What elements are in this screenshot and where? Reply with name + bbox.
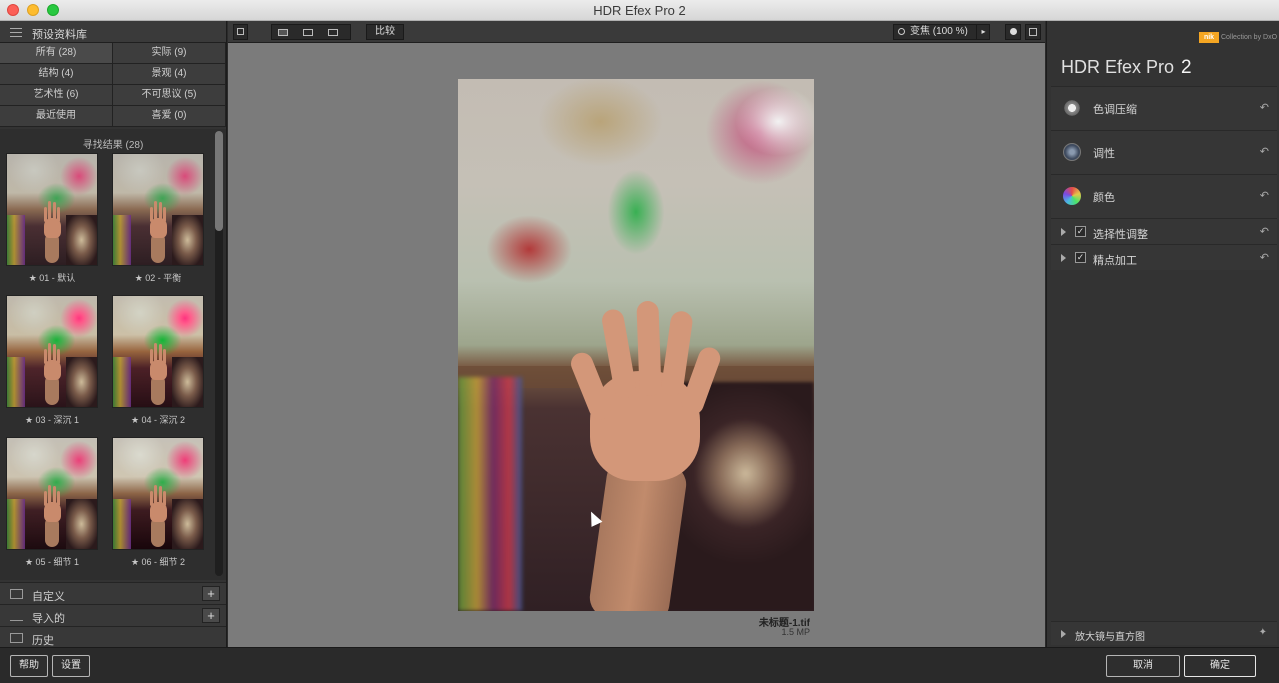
section-label: 历史 <box>32 635 54 647</box>
toggle-right-panel-button[interactable] <box>1025 24 1041 40</box>
background-toggle-button[interactable] <box>1005 24 1021 40</box>
preset-label[interactable]: ★ 01 - 默认 <box>6 271 98 284</box>
selective-adjustments-section[interactable]: ✓ 选择性调整 ↶ <box>1051 218 1277 244</box>
preview-image[interactable] <box>458 79 814 611</box>
undo-icon[interactable]: ↶ <box>1260 251 1269 264</box>
zoom-label: 变焦 (100 %) <box>910 26 968 37</box>
folder-icon <box>10 589 23 599</box>
color-section[interactable]: 颜色 ↶ <box>1051 174 1277 218</box>
filter-all[interactable]: 所有 (28) <box>0 43 113 64</box>
side-by-side-view-icon[interactable] <box>328 29 338 36</box>
preset-library-title: 预设资料库 <box>32 29 87 41</box>
tonality-section[interactable]: 调性 ↶ <box>1051 130 1277 174</box>
product-version: 2 <box>1181 57 1192 78</box>
image-size: 1.5 MP <box>781 627 810 637</box>
compare-button[interactable]: 比较 <box>366 24 404 40</box>
toggle-panel-button[interactable] <box>233 24 248 40</box>
zoom-arrow-icon[interactable]: ▸ <box>976 24 990 40</box>
split-view-icon[interactable] <box>303 29 313 36</box>
ok-button[interactable]: 确定 <box>1184 655 1256 677</box>
filter-recent[interactable]: 最近使用 <box>0 106 113 127</box>
selective-adjustments-checkbox[interactable]: ✓ <box>1075 226 1086 237</box>
filter-structure[interactable]: 结构 (4) <box>0 64 113 85</box>
undo-icon[interactable]: ↶ <box>1260 145 1269 158</box>
sun-icon <box>1063 99 1081 117</box>
section-label: 调性 <box>1093 148 1115 160</box>
section-label: 自定义 <box>32 591 65 603</box>
settings-button[interactable]: 设置 <box>52 655 90 677</box>
panel-icon <box>237 28 244 35</box>
undo-icon[interactable]: ↶ <box>1260 225 1269 238</box>
lightbulb-icon <box>1010 28 1017 35</box>
results-title: 寻找结果 (28) <box>82 140 144 151</box>
finishing-section[interactable]: ✓ 精点加工 ↶ <box>1051 244 1277 270</box>
magnifier-icon <box>898 28 905 35</box>
hand <box>567 300 728 611</box>
preset-results: 寻找结果 (28) ★ 01 - 默认 ★ 02 - 平衡 ★ 03 - 深沉 … <box>0 129 226 580</box>
section-label: 颜色 <box>1093 192 1115 204</box>
filter-realistic[interactable]: 实际 (9) <box>113 43 226 64</box>
panel-icon <box>1029 28 1037 36</box>
product-title: HDR Efex Pro 2 <box>1061 57 1192 79</box>
expand-arrow-icon[interactable] <box>1061 630 1066 638</box>
filter-surreal[interactable]: 不可思议 (5) <box>113 85 226 106</box>
preset-thumbnail[interactable] <box>112 295 204 408</box>
preset-label[interactable]: ★ 02 - 平衡 <box>112 271 204 284</box>
preset-filters: 所有 (28) 实际 (9) 结构 (4) 景观 (4) 艺术性 (6) 不可思… <box>0 43 226 127</box>
adjustments-panel: nik Collection by DxO HDR Efex Pro 2 色调压… <box>1046 21 1279 647</box>
section-label: 导入的 <box>32 613 65 625</box>
view-mode-group <box>271 24 351 40</box>
expand-arrow-icon[interactable] <box>1061 254 1066 262</box>
preset-thumbnail[interactable] <box>112 437 204 550</box>
preview-toolbar: 比较 变焦 (100 %) ▸ <box>228 21 1045 43</box>
pin-icon[interactable]: ✦ <box>1259 627 1267 638</box>
add-imported-preset-button[interactable]: + <box>202 608 220 623</box>
undo-icon[interactable]: ↶ <box>1260 101 1269 114</box>
tone-compression-section[interactable]: 色调压缩 ↶ <box>1051 86 1277 130</box>
preview-canvas[interactable]: 未标题-1.tif 1.5 MP <box>228 43 1045 647</box>
preset-library-header[interactable]: 预设资料库 <box>0 21 226 43</box>
imported-presets-section[interactable]: 导入的 + <box>0 604 226 626</box>
preset-thumbnail[interactable] <box>6 153 98 266</box>
bottom-bar: 帮助 设置 取消 确定 <box>0 647 1279 683</box>
history-section[interactable]: 历史 <box>0 626 226 648</box>
presets-scrollbar-thumb[interactable] <box>215 131 223 231</box>
undo-icon[interactable]: ↶ <box>1260 189 1269 202</box>
preset-label[interactable]: ★ 03 - 深沉 1 <box>6 413 98 426</box>
title-bar: HDR Efex Pro 2 <box>0 0 1279 21</box>
filter-artistic[interactable]: 艺术性 (6) <box>0 85 113 106</box>
product-name: HDR Efex Pro <box>1061 57 1175 77</box>
history-icon <box>10 633 23 643</box>
finishing-checkbox[interactable]: ✓ <box>1075 252 1086 263</box>
nik-logo: nik <box>1199 32 1219 43</box>
preset-label[interactable]: ★ 04 - 深沉 2 <box>112 413 204 426</box>
preset-thumbnail[interactable] <box>6 437 98 550</box>
loupe-histogram-section[interactable]: 放大镜与直方图 ✦ <box>1051 621 1277 645</box>
filter-landscape[interactable]: 景观 (4) <box>113 64 226 85</box>
import-icon <box>10 611 23 621</box>
color-wheel-icon <box>1063 187 1081 205</box>
menu-icon[interactable] <box>10 28 22 37</box>
preset-thumbnail[interactable] <box>112 153 204 266</box>
single-view-icon[interactable] <box>278 29 288 36</box>
preset-label[interactable]: ★ 06 - 细节 2 <box>112 555 204 568</box>
section-label: 放大镜与直方图 <box>1075 632 1145 643</box>
section-label: 精点加工 <box>1093 255 1137 267</box>
aperture-icon <box>1063 143 1081 161</box>
section-label: 选择性调整 <box>1093 229 1148 241</box>
filter-favorites[interactable]: 喜爱 (0) <box>113 106 226 127</box>
cancel-button[interactable]: 取消 <box>1106 655 1180 677</box>
window-title: HDR Efex Pro 2 <box>593 3 686 18</box>
expand-arrow-icon[interactable] <box>1061 228 1066 236</box>
preset-label[interactable]: ★ 05 - 细节 1 <box>6 555 98 568</box>
zoom-dropdown[interactable]: 变焦 (100 %) ▸ <box>893 24 990 40</box>
section-label: 色调压缩 <box>1093 104 1137 116</box>
brand-subtitle: Collection by DxO <box>1221 34 1278 41</box>
preset-library-panel: 预设资料库 所有 (28) 实际 (9) 结构 (4) 景观 (4) 艺术性 (… <box>0 21 227 648</box>
help-button[interactable]: 帮助 <box>10 655 48 677</box>
preset-thumbnail[interactable] <box>6 295 98 408</box>
add-custom-preset-button[interactable]: + <box>202 586 220 601</box>
custom-presets-section[interactable]: 自定义 + <box>0 582 226 604</box>
presets-scrollbar[interactable] <box>215 131 223 576</box>
